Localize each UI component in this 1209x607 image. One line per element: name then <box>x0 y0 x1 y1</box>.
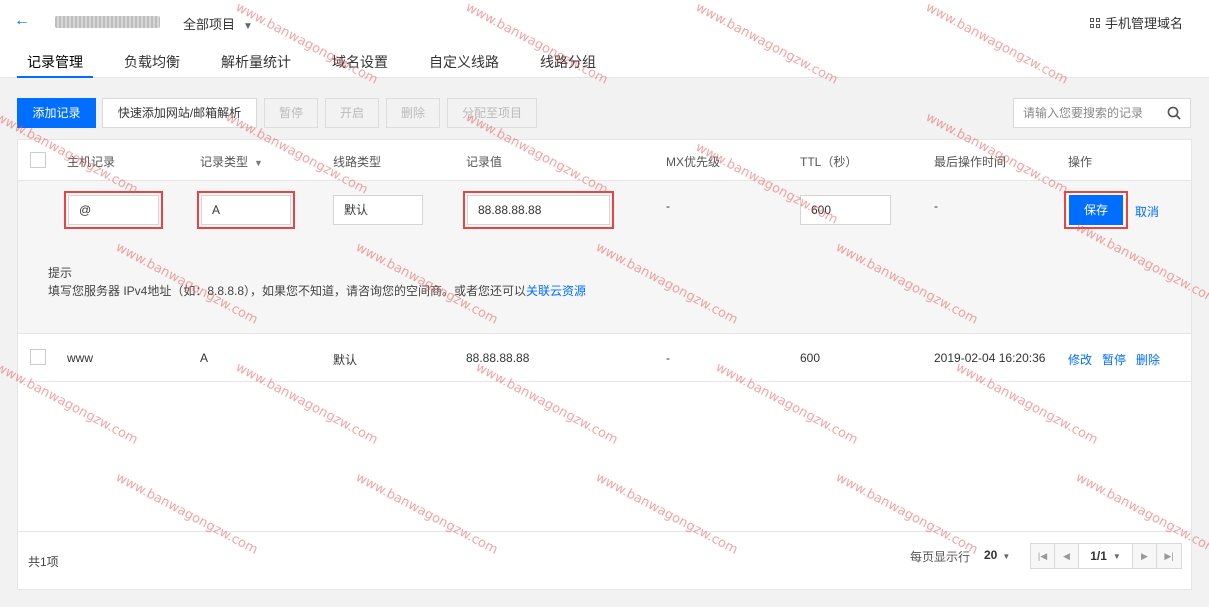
last-page-icon[interactable]: ▶| <box>1157 544 1181 568</box>
page-indicator: 1/1 <box>1090 549 1107 563</box>
link-cloud-resource[interactable]: 关联云资源 <box>526 284 586 298</box>
tab-line-groups[interactable]: 线路分组 <box>530 52 606 78</box>
type-select[interactable] <box>201 195 291 225</box>
project-label: 全部项目 <box>183 17 236 32</box>
search-input[interactable] <box>1014 99 1159 127</box>
col-line: 线路类型 <box>333 155 382 169</box>
row-type: A <box>200 351 209 365</box>
col-mx: MX优先级 <box>666 155 721 169</box>
row-mx: - <box>666 351 670 365</box>
host-input[interactable] <box>68 195 159 225</box>
row-value: 88.88.88.88 <box>466 351 530 365</box>
prev-page-icon[interactable]: ◀ <box>1055 544 1079 568</box>
per-page-select[interactable]: 20 ▼ <box>984 548 1010 562</box>
search-box <box>1013 98 1191 128</box>
top-header: ← 全部项目 ▼ 手机管理域名 记录管理 负载均衡 解析量统计 域名设置 自定义线… <box>0 0 1209 78</box>
table-footer: 共1项 每页显示行 20 ▼ |◀ ◀ 1/1 ▼ ▶ ▶| <box>18 531 1191 589</box>
tip-body: 填写您服务器 IPv4地址（如：8.8.8.8），如果您不知道，请咨询您的空间商… <box>48 284 527 298</box>
line-select[interactable]: 默认 <box>333 195 423 225</box>
tip-panel: 提示 填写您服务器 IPv4地址（如：8.8.8.8），如果您不知道，请咨询您的… <box>18 239 1191 334</box>
delete-button[interactable]: 删除 <box>386 98 440 128</box>
domain-name-blurred <box>55 16 160 28</box>
ttl-input[interactable] <box>800 195 891 225</box>
col-type[interactable]: 记录类型 ▼ <box>200 153 263 170</box>
search-icon[interactable] <box>1167 106 1181 120</box>
row-checkbox[interactable] <box>30 349 46 365</box>
col-actions: 操作 <box>1068 155 1093 169</box>
arrow-left-icon[interactable]: ← <box>14 12 30 30</box>
tab-records[interactable]: 记录管理 <box>17 52 93 78</box>
last-op-value: - <box>934 199 938 213</box>
pagination: |◀ ◀ 1/1 ▼ ▶ ▶| <box>1030 543 1182 569</box>
select-all-checkbox[interactable] <box>30 152 46 168</box>
assign-project-button[interactable]: 分配至项目 <box>447 98 537 128</box>
caret-down-icon: ▼ <box>243 21 253 32</box>
qr-grid-icon <box>1089 18 1101 29</box>
page-select[interactable]: 1/1 ▼ <box>1079 544 1133 568</box>
pause-link[interactable]: 暂停 <box>1102 351 1126 368</box>
enable-button[interactable]: 开启 <box>325 98 379 128</box>
mx-value: - <box>666 199 670 213</box>
table-header: 主机记录 记录类型 ▼ 线路类型 记录值 MX优先级 TTL（秒） 最后操作时间 … <box>18 140 1191 181</box>
first-page-icon[interactable]: |◀ <box>1031 544 1055 568</box>
row-ttl: 600 <box>800 351 821 365</box>
filter-icon[interactable]: ▼ <box>254 158 263 168</box>
edit-link[interactable]: 修改 <box>1068 351 1092 368</box>
add-record-button[interactable]: 添加记录 <box>17 98 96 128</box>
edit-row: 默认 - - 保存 取消 <box>18 181 1191 239</box>
row-host: www <box>67 351 93 365</box>
col-host: 主机记录 <box>67 155 116 169</box>
col-type-label: 记录类型 <box>200 155 249 169</box>
per-page-label: 每页显示行 <box>910 550 971 564</box>
cancel-link[interactable]: 取消 <box>1135 203 1159 220</box>
col-ttl: TTL（秒） <box>800 155 858 169</box>
tip-text: 填写您服务器 IPv4地址（如：8.8.8.8），如果您不知道，请咨询您的空间商… <box>48 282 586 299</box>
tab-domain-settings[interactable]: 域名设置 <box>322 52 398 78</box>
col-last-op: 最后操作时间 <box>934 155 1007 169</box>
mobile-manage-label: 手机管理域名 <box>1104 16 1183 31</box>
table-row: www A 默认 88.88.88.88 - 600 2019-02-04 16… <box>18 334 1191 382</box>
row-last-op: 2019-02-04 16:20:36 <box>934 351 1046 365</box>
per-page-value: 20 <box>984 548 998 562</box>
quick-add-button[interactable]: 快速添加网站/邮箱解析 <box>102 98 257 128</box>
tab-custom-lines[interactable]: 自定义线路 <box>419 52 509 78</box>
tab-bar: 记录管理 负载均衡 解析量统计 域名设置 自定义线路 线路分组 <box>17 52 627 78</box>
mobile-manage-link[interactable]: 手机管理域名 <box>1089 13 1183 32</box>
tab-load-balance[interactable]: 负载均衡 <box>114 52 190 78</box>
project-selector[interactable]: 全部项目 ▼ <box>183 14 253 33</box>
records-table: 主机记录 记录类型 ▼ 线路类型 记录值 MX优先级 TTL（秒） 最后操作时间 … <box>17 139 1192 590</box>
value-input[interactable] <box>467 195 610 225</box>
pause-button[interactable]: 暂停 <box>264 98 318 128</box>
caret-down-icon: ▼ <box>1112 551 1121 561</box>
col-value: 记录值 <box>466 155 503 169</box>
delete-link[interactable]: 删除 <box>1136 351 1160 368</box>
total-count: 共1项 <box>28 555 59 569</box>
caret-down-icon: ▼ <box>1002 552 1011 561</box>
tab-stats[interactable]: 解析量统计 <box>211 52 301 78</box>
tip-title: 提示 <box>48 266 73 280</box>
row-line: 默认 <box>333 353 358 367</box>
save-button[interactable]: 保存 <box>1069 195 1123 225</box>
next-page-icon[interactable]: ▶ <box>1133 544 1157 568</box>
